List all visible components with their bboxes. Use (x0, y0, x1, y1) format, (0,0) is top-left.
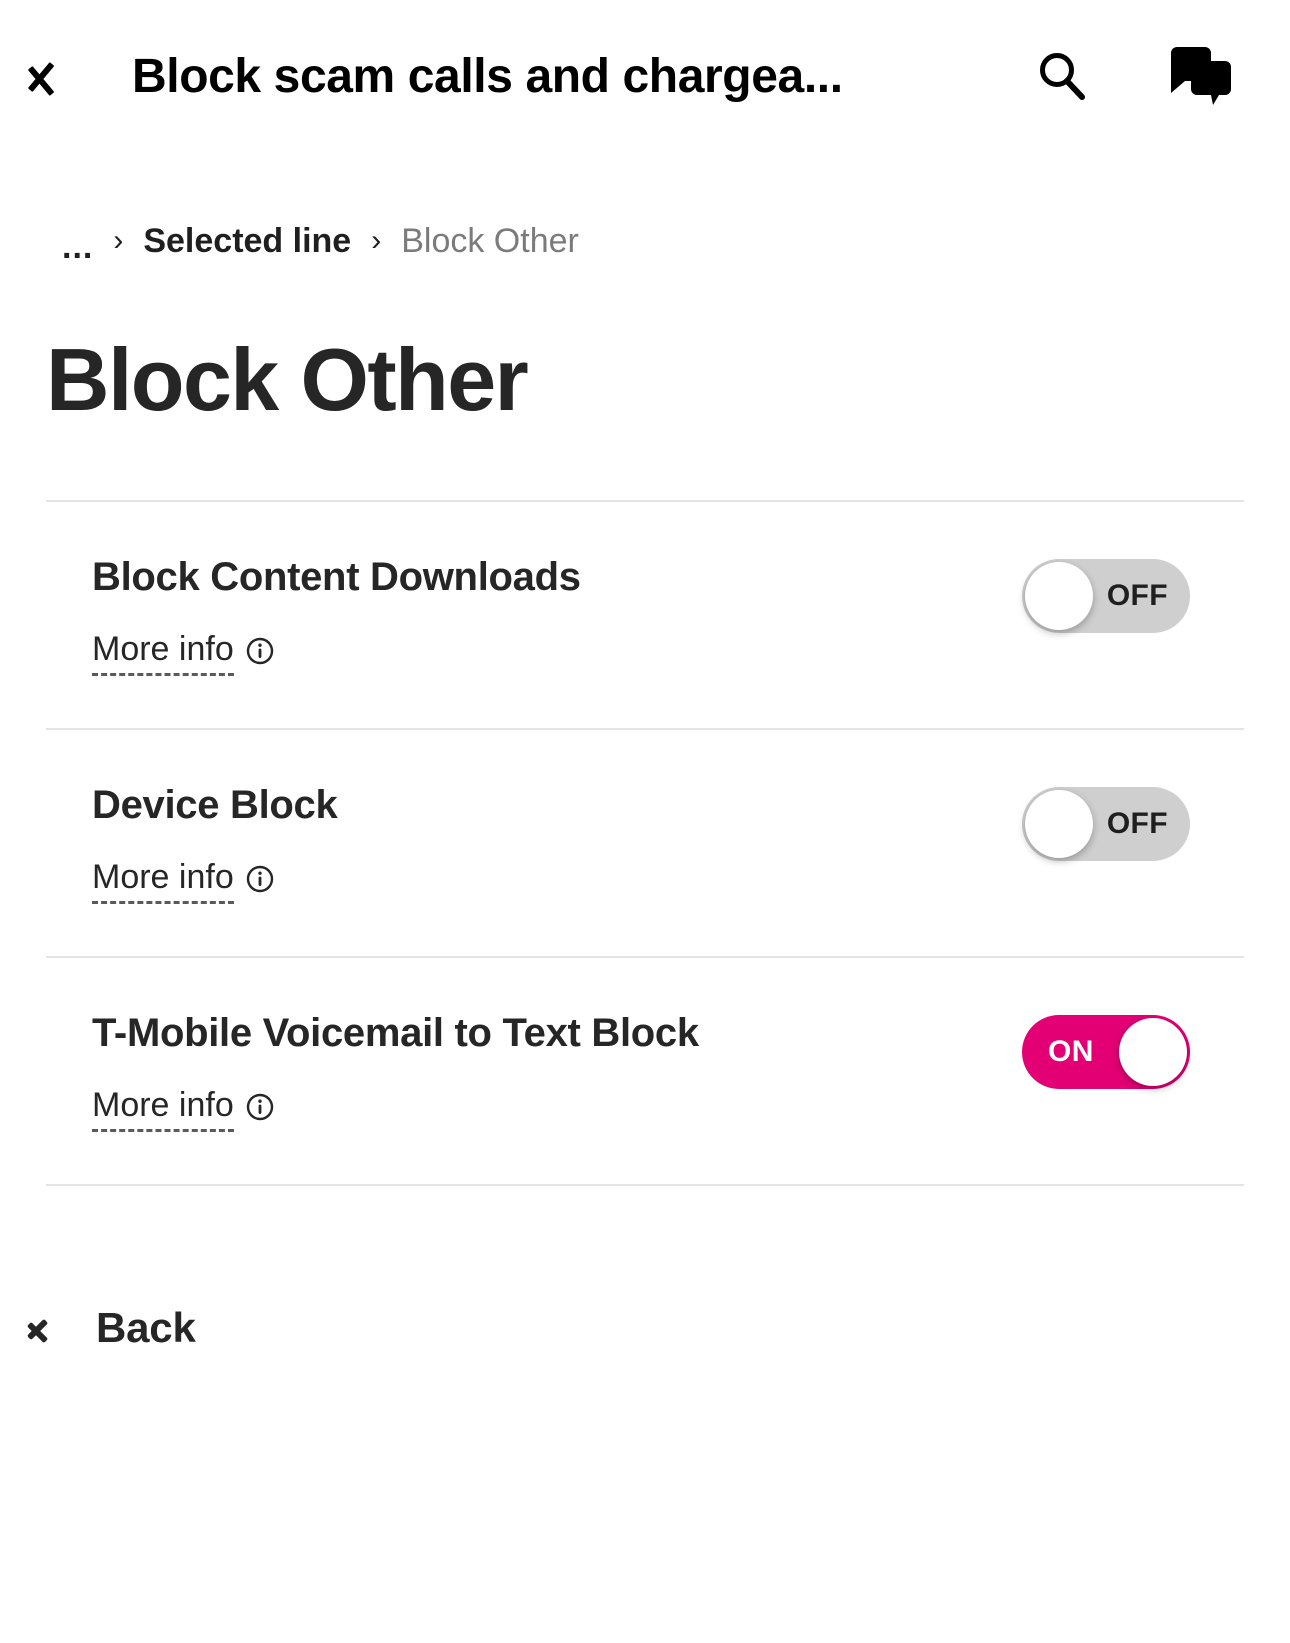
toggle-knob (1119, 1018, 1187, 1086)
search-icon (1040, 53, 1085, 100)
setting-title: Block Content Downloads (92, 555, 581, 599)
header-actions (1030, 44, 1232, 108)
more-info-link[interactable]: More info (92, 858, 274, 905)
header-back-button[interactable] (48, 40, 104, 112)
setting-row-text: Block Content Downloads More info (92, 555, 581, 677)
search-button[interactable] (1030, 44, 1094, 108)
toggle-knob (1025, 562, 1093, 630)
chat-bubbles-icon (1171, 47, 1231, 105)
setting-row-voicemail-to-text-block: T-Mobile Voicemail to Text Block More in… (46, 958, 1244, 1184)
more-info-link[interactable]: More info (92, 1086, 274, 1133)
setting-row-block-content-downloads: Block Content Downloads More info OFF (46, 502, 1244, 728)
toggle-device-block[interactable]: OFF (1022, 787, 1190, 861)
setting-row-device-block: Device Block More info OFF (46, 730, 1244, 956)
app-header: Block scam calls and chargea... (0, 0, 1290, 152)
setting-title: Device Block (92, 783, 338, 827)
breadcrumb-item-block-other: Block Other (401, 221, 579, 260)
page-title: Block Other (46, 330, 529, 429)
info-circle-icon (246, 1093, 273, 1120)
toggle-knob (1025, 790, 1093, 858)
toggle-state-label: OFF (1106, 579, 1168, 612)
breadcrumb-separator: › (371, 224, 382, 257)
chat-button[interactable] (1168, 44, 1232, 108)
breadcrumb-item-selected-line[interactable]: Selected line (143, 222, 351, 261)
toggle-voicemail-to-text-block[interactable]: ON (1022, 1015, 1190, 1089)
chevron-left-icon (44, 1309, 66, 1347)
back-button-label: Back (96, 1304, 196, 1351)
toggle-block-content-downloads[interactable]: OFF (1022, 559, 1190, 633)
toggle-state-label: ON (1048, 1035, 1094, 1068)
settings-list: Block Content Downloads More info OFF De… (0, 500, 1290, 1186)
breadcrumb-ellipsis[interactable]: ... (62, 230, 93, 264)
page-header-title: Block scam calls and chargea... (132, 49, 843, 103)
breadcrumb-separator: › (113, 224, 124, 257)
info-circle-icon (246, 637, 273, 664)
setting-row-text: T-Mobile Voicemail to Text Block More in… (92, 1011, 699, 1133)
more-info-label: More info (92, 630, 234, 677)
more-info-link[interactable]: More info (92, 630, 274, 677)
info-circle-icon (246, 865, 273, 892)
toggle-state-label: OFF (1106, 807, 1168, 840)
divider (46, 1184, 1244, 1186)
setting-row-text: Device Block More info (92, 783, 338, 905)
breadcrumb: ... › Selected line › Block Other (0, 214, 1290, 268)
back-button[interactable]: Back (0, 1304, 196, 1352)
more-info-label: More info (92, 858, 234, 905)
setting-title: T-Mobile Voicemail to Text Block (92, 1011, 699, 1055)
chevron-left-icon (48, 47, 82, 105)
more-info-label: More info (92, 1086, 234, 1133)
